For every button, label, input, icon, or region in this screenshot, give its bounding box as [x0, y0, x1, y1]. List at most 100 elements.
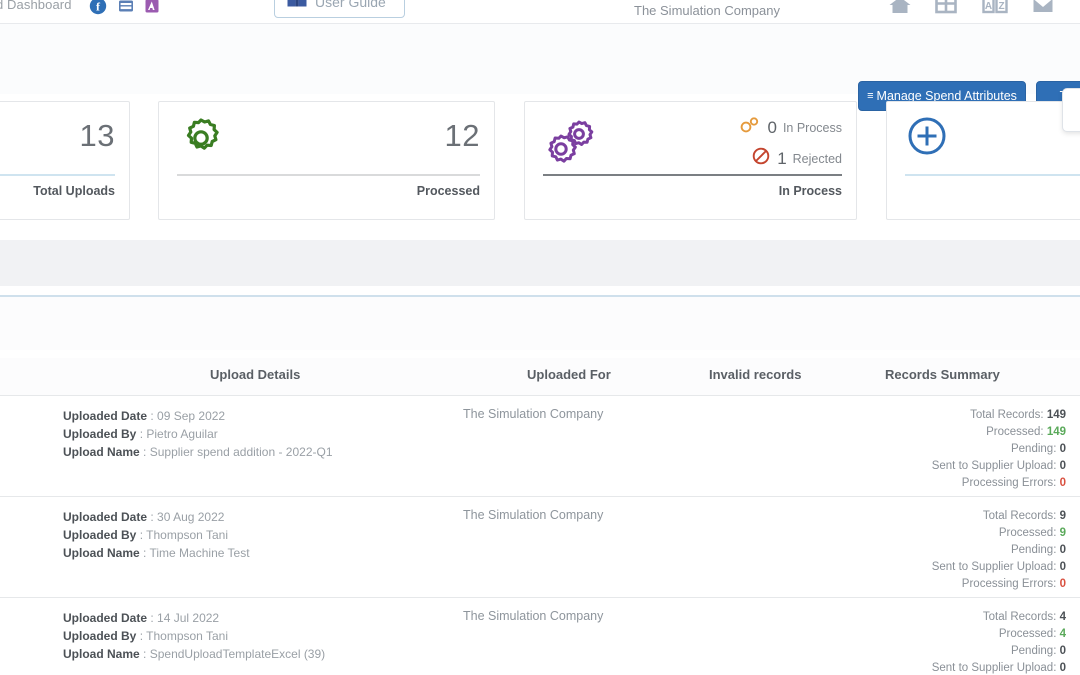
- uploaded-date-label: Uploaded Date: [63, 409, 148, 423]
- total-uploads-label: Total Uploads: [33, 184, 115, 198]
- table-row[interactable]: Uploaded Date : 09 Sep 2022 Uploaded By …: [0, 396, 1080, 497]
- uploaded-for-cell: The Simulation Company: [463, 407, 604, 421]
- pending-value: 0: [1059, 443, 1066, 455]
- uploaded-by-value: Thompson Tani: [146, 629, 228, 643]
- processed-label: Processed:: [986, 426, 1044, 438]
- pending-value: 0: [1059, 544, 1066, 556]
- column-header-invalid-records: Invalid records: [709, 367, 802, 382]
- pending-label: Pending:: [1010, 645, 1057, 657]
- processed-value: 4: [1059, 628, 1066, 640]
- card-body: 13: [0, 102, 129, 174]
- processing-errors-value: 0: [1059, 477, 1066, 489]
- top-bar: d Dashboard f User Guide The Simulation …: [0, 0, 1080, 23]
- book-icon: [286, 0, 308, 14]
- upload-details-cell: Uploaded Date : 14 Jul 2022 Uploaded By …: [63, 609, 325, 663]
- total-records-label: Total Records:: [982, 510, 1057, 522]
- records-summary-cell: Total Records: 149 Processed: 149 Pendin…: [932, 407, 1066, 492]
- table-header: Upload Details Uploaded For Invalid reco…: [0, 358, 1080, 396]
- uploaded-by-value: Thompson Tani: [146, 528, 228, 542]
- pdf-export-icon[interactable]: [142, 0, 162, 16]
- processed-label: Processed:: [998, 527, 1057, 539]
- sent-to-supplier-value: 0: [1059, 460, 1066, 472]
- separator: :: [143, 445, 147, 459]
- uploaded-by-label: Uploaded By: [63, 427, 137, 441]
- total-records-value: 4: [1059, 611, 1066, 623]
- processed-line: Processed: 149: [932, 424, 1066, 441]
- uploaded-by-label: Uploaded By: [63, 629, 137, 643]
- in-process-count: 0: [767, 117, 777, 137]
- total-uploads-value: 13: [79, 118, 115, 153]
- uploaded-date-value: 30 Aug 2022: [157, 510, 225, 524]
- sent-to-supplier-value: 0: [1059, 662, 1066, 674]
- table-row[interactable]: Uploaded Date : 14 Jul 2022 Uploaded By …: [0, 598, 1080, 675]
- filter-bar: All Processed In Process Re: [0, 297, 1080, 637]
- records-summary-cell: Total Records: 9 Processed: 9 Pending: 0…: [932, 508, 1066, 593]
- separator: :: [139, 629, 144, 643]
- plus-circle-icon[interactable]: [905, 114, 949, 163]
- total-records-line: Total Records: 149: [932, 407, 1066, 424]
- svg-text:Z: Z: [998, 1, 1004, 12]
- separator: :: [143, 647, 147, 661]
- separator: :: [150, 409, 154, 423]
- table-row[interactable]: Uploaded Date : 30 Aug 2022 Uploaded By …: [0, 497, 1080, 598]
- info-icon[interactable]: f: [88, 0, 108, 16]
- upload-details-cell: Uploaded Date : 30 Aug 2022 Uploaded By …: [63, 508, 250, 562]
- total-records-line: Total Records: 9: [932, 508, 1066, 525]
- upload-name-line: Upload Name : Time Machine Test: [63, 544, 250, 562]
- records-summary-cell: Total Records: 4 Processed: 4 Pending: 0…: [932, 609, 1066, 675]
- total-records-label: Total Records:: [970, 409, 1044, 421]
- processing-errors-line: Processing Errors: 0: [932, 576, 1066, 593]
- card-divider: [0, 174, 115, 176]
- stat-card-in-process[interactable]: 0 In Process 1 Rejected In Process: [524, 101, 857, 220]
- processing-errors-label: Processing Errors:: [961, 477, 1057, 489]
- home-icon[interactable]: [888, 0, 912, 16]
- pending-label: Pending:: [1010, 544, 1057, 556]
- spacer-band: [0, 222, 1080, 240]
- pending-line: Pending: 0: [932, 643, 1066, 660]
- processing-errors-value: 0: [1059, 578, 1066, 590]
- user-guide-label: User Guide: [315, 0, 386, 10]
- gears-small-icon: [739, 116, 761, 139]
- upload-name-label: Upload Name: [63, 647, 140, 661]
- separator: :: [150, 510, 154, 524]
- card-body: [887, 102, 1080, 174]
- uploaded-for-cell: The Simulation Company: [463, 508, 604, 522]
- uploaded-by-line: Uploaded By : Pietro Aguilar: [63, 425, 333, 443]
- uploaded-by-value: Pietro Aguilar: [146, 427, 218, 441]
- processed-line: Processed: 4: [932, 626, 1066, 643]
- upload-name-value: SpendUploadTemplateExcel (39): [149, 647, 326, 661]
- stat-card-processed[interactable]: 12 Processed: [158, 101, 495, 220]
- upload-name-value: Time Machine Test: [149, 546, 250, 560]
- processed-value: 12: [444, 118, 480, 153]
- column-header-records-summary: Records Summary: [885, 367, 1000, 382]
- total-records-value: 9: [1059, 510, 1066, 522]
- double-gear-icon: [543, 114, 599, 171]
- total-records-value: 149: [1046, 409, 1066, 421]
- sent-to-supplier-line: Sent to Supplier Upload: 0: [932, 660, 1066, 675]
- az-sort-icon[interactable]: A Z: [982, 0, 1008, 16]
- uploaded-by-line: Uploaded By : Thompson Tani: [63, 627, 325, 645]
- stat-card-total-uploads[interactable]: 13 Total Uploads: [0, 101, 130, 220]
- excel-export-icon[interactable]: [116, 0, 136, 16]
- grid-icon[interactable]: [934, 0, 958, 16]
- processing-errors-line: Processing Errors: 0: [932, 475, 1066, 492]
- upload-name-label: Upload Name: [63, 445, 140, 459]
- uploaded-date-value: 09 Sep 2022: [157, 409, 226, 423]
- stat-card-group: 13 Total Uploads 12 Processed 0 In Proce…: [0, 101, 1080, 222]
- sent-to-supplier-line: Sent to Supplier Upload: 0: [932, 458, 1066, 475]
- user-guide-button[interactable]: User Guide: [274, 0, 405, 18]
- separator: :: [139, 528, 144, 542]
- upload-name-line: Upload Name : SpendUploadTemplateExcel (…: [63, 645, 325, 663]
- sent-to-supplier-line: Sent to Supplier Upload: 0: [932, 559, 1066, 576]
- card-divider: [177, 174, 480, 176]
- uploaded-date-line: Uploaded Date : 30 Aug 2022: [63, 508, 250, 526]
- action-bar: ≡ Manage Spend Attributes Tier-1 H: [0, 24, 1080, 111]
- separator: :: [143, 546, 147, 560]
- card-divider: [905, 174, 1080, 176]
- mail-icon[interactable]: [1032, 0, 1056, 16]
- stat-card-add-new[interactable]: [886, 101, 1080, 220]
- upload-details-cell: Uploaded Date : 09 Sep 2022 Uploaded By …: [63, 407, 333, 461]
- uploaded-date-label: Uploaded Date: [63, 510, 148, 524]
- sent-to-supplier-label: Sent to Supplier Upload:: [931, 460, 1057, 472]
- processed-value: 149: [1046, 426, 1066, 438]
